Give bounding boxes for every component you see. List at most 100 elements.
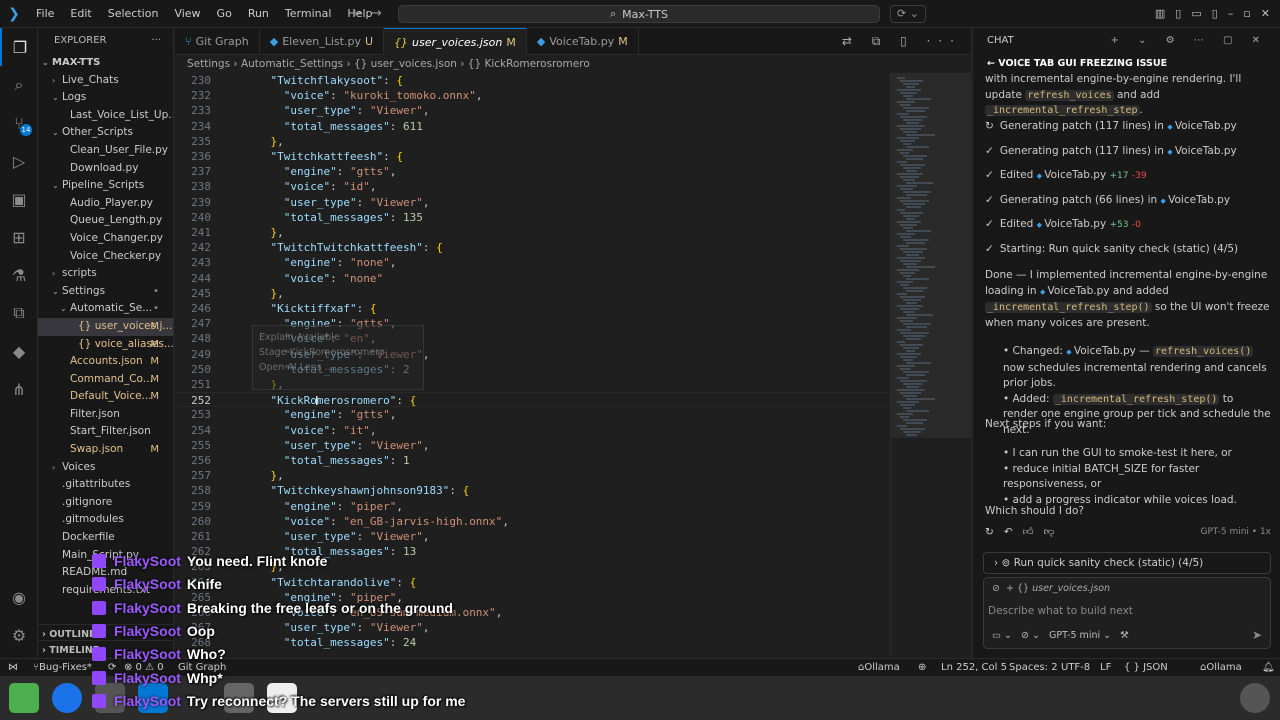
tool-progress-bar[interactable]: › ⊚ Run quick sanity check (static) (4/5… — [983, 552, 1271, 574]
explorer-icon[interactable]: ❐ — [0, 28, 38, 66]
menu-item-file[interactable]: File — [28, 0, 62, 28]
file-tree-item[interactable]: Voice_Changer.py — [38, 230, 173, 248]
file-tree-item[interactable]: Main_Script.py — [38, 547, 173, 565]
code-line[interactable]: 266 "voice": "en_US-sam-medium.onnx", — [175, 605, 890, 620]
minimize-icon[interactable]: – — [1228, 0, 1234, 28]
workspace-root[interactable]: ⌄ MAX-TTS — [38, 54, 173, 72]
menu-item-run[interactable]: Run — [240, 0, 277, 28]
code-line[interactable]: 262 "total_messages": 13 — [175, 544, 890, 559]
code-line[interactable]: 252 "KickRomerosromero": { — [175, 392, 890, 408]
code-line[interactable]: 258 "Twitchkeyshawnjohnson9183": { — [175, 483, 890, 498]
code-line[interactable]: 261 "user_type": "Viewer", — [175, 529, 890, 544]
file-tree-item[interactable]: › Live_Chats — [38, 72, 173, 90]
done-file-link[interactable]: VoiceTab.py — [1040, 285, 1110, 297]
chat-step-file-link[interactable]: VoiceTab.py — [1167, 145, 1237, 157]
file-tree-item[interactable]: ⌄ Automatic_Se... • — [38, 300, 173, 318]
code-line[interactable]: 241 }, — [175, 225, 890, 240]
code-line[interactable]: 267 "user_type": "Viewer", — [175, 620, 890, 635]
source-control-icon[interactable]: ⑂ 14 — [0, 104, 38, 142]
tools-config-icon[interactable]: ⚒ — [1120, 630, 1129, 641]
layout-icon[interactable]: ▥ — [1155, 0, 1165, 28]
notifications-icon[interactable]: 🔔︎ — [1262, 659, 1275, 676]
containers-icon[interactable]: ⧉ — [0, 294, 38, 332]
chat-step-file-link[interactable]: VoiceTab.py — [1037, 169, 1107, 181]
account-icon[interactable]: ◉ — [0, 578, 38, 616]
show-apps-icon[interactable] — [1240, 683, 1270, 713]
file-tree-item[interactable]: Accounts.json M — [38, 353, 173, 371]
retry-icon[interactable]: ↻ — [985, 526, 994, 538]
file-tree-item[interactable]: Filter.json — [38, 406, 173, 424]
menu-item-edit[interactable]: Edit — [62, 0, 99, 28]
file-tree-item[interactable]: {} user_voices.j... M — [38, 317, 173, 336]
branch-indicator[interactable]: ⑂ Bug-Fixes* — [33, 659, 92, 676]
copilot-button[interactable]: ⟳ ⌄ — [890, 5, 926, 23]
problems-indicator[interactable]: ⊗ 0 ⚠ 0 — [124, 659, 164, 676]
chat-input-box[interactable]: ⊘ + {} user_voices.json Describe what to… — [983, 577, 1271, 649]
encoding[interactable]: UTF-8 — [1061, 659, 1090, 676]
chat-step-file-link[interactable]: VoiceTab.py — [1167, 120, 1237, 132]
vscode-app-icon[interactable] — [138, 683, 168, 713]
chat-header-actions[interactable]: + ⌄ ⚙ ⋯ ▢ ✕ — [1111, 28, 1268, 54]
line-ending[interactable]: LF — [1100, 659, 1111, 676]
code-line[interactable]: 268 "total_messages": 24 — [175, 635, 890, 650]
file-tree-item[interactable]: .gitignore — [38, 494, 173, 512]
code-line[interactable]: 244 "voice": "none" — [175, 271, 890, 286]
app-icon[interactable] — [224, 683, 254, 713]
menu-item-terminal[interactable]: Terminal — [277, 0, 340, 28]
file-tree-item[interactable]: .gitattributes — [38, 476, 173, 494]
code-line[interactable]: 264 "Twitchtarandolive": { — [175, 575, 890, 590]
text-editor-app-icon[interactable] — [267, 683, 297, 713]
chat-step-file-link[interactable]: VoiceTab.py — [1161, 194, 1231, 206]
code-line[interactable]: 240 "total_messages": 135 — [175, 210, 890, 225]
file-tree-item[interactable]: Command_Co... M — [38, 371, 173, 389]
code-line[interactable]: 230 "Twitchflakysoot": { — [175, 73, 890, 88]
file-tree-item[interactable]: ⌄ Settings • — [38, 283, 173, 301]
code-line[interactable]: 255 "user_type": "Viewer", — [175, 438, 890, 453]
history-nav[interactable]: ←→ — [352, 6, 390, 21]
menu-item-go[interactable]: Go — [209, 0, 240, 28]
search-view-icon[interactable]: ⌕ — [0, 66, 38, 104]
file-tree-item[interactable]: .gitmodules — [38, 511, 173, 529]
code-line[interactable]: 263 }, — [175, 559, 890, 574]
file-tree-item[interactable]: ⌄ Other_Scripts — [38, 124, 173, 142]
code-line[interactable]: 239 "user_type": "Viewer", — [175, 195, 890, 210]
indentation[interactable]: Spaces: 2 — [1009, 659, 1058, 676]
code-line[interactable]: 236 "Twitchkattfeesh": { — [175, 149, 890, 164]
attachment-chip[interactable]: ⊘ + {} user_voices.json — [992, 583, 1110, 594]
code-line[interactable]: 243 "engine": "none", — [175, 255, 890, 270]
code-line[interactable]: 238 "voice": "id", — [175, 179, 890, 194]
remote-icon[interactable]: ⋈ — [8, 659, 18, 676]
thumbs-down-icon[interactable]: 👎︎ — [1044, 526, 1055, 538]
ollama-status-1[interactable]: ⌂ Ollama — [858, 659, 900, 676]
zoom-icon[interactable]: ⊕ — [918, 659, 926, 676]
file-tree-item[interactable]: Audio_Player.py — [38, 195, 173, 213]
code-line[interactable]: 237 "engine": "gtts", — [175, 164, 890, 179]
maximize-icon[interactable]: ▫ — [1243, 0, 1250, 28]
code-line[interactable]: 256 "total_messages": 1 — [175, 453, 890, 468]
remote-explorer-icon[interactable]: ▣ — [0, 180, 38, 218]
code-line[interactable]: 259 "engine": "piper", — [175, 499, 890, 514]
code-line[interactable]: 233 "user_type": "Viewer", — [175, 103, 890, 118]
tab-voicetab-py[interactable]: ◆ VoiceTab.py M — [527, 28, 639, 55]
changed-file-link[interactable]: VoiceTab.py — [1066, 345, 1136, 357]
file-tree-item[interactable]: › scripts — [38, 265, 173, 283]
code-line[interactable]: 232 "voice": "kuroki_tomoko.onnx", — [175, 88, 890, 103]
file-tree-item[interactable]: Last_Voice_List_Up... — [38, 107, 173, 125]
file-tree-item[interactable]: requirements.txt — [38, 582, 173, 600]
file-tree-item[interactable]: Queue_Length.py — [38, 212, 173, 230]
git-graph-icon[interactable]: ⋔ — [0, 370, 38, 408]
file-tree-item[interactable]: Start_Filter.json — [38, 423, 173, 441]
chrome-app-icon[interactable] — [52, 683, 82, 713]
thumbs-up-icon[interactable]: 👍︎ — [1023, 526, 1034, 538]
sync-icon[interactable]: ⟳ — [108, 659, 116, 676]
send-icon[interactable]: ➤ — [1252, 628, 1262, 642]
file-tree-item[interactable]: Swap.json M — [38, 441, 173, 459]
undo-icon[interactable]: ↶ — [1004, 526, 1013, 538]
file-tree-item[interactable]: Download.py — [38, 160, 173, 178]
tools-dropdown[interactable]: ⊘ ⌄ — [1021, 630, 1040, 641]
cursor-position[interactable]: Ln 252, Col 5 — [941, 659, 1007, 676]
code-line[interactable]: 242 "TwitchTwitchkattfeesh": { — [175, 240, 890, 255]
code-line[interactable]: 245 }, — [175, 286, 890, 301]
file-tree-item[interactable]: Clean_User_File.py — [38, 142, 173, 160]
code-line[interactable]: 253 "engine": "gtts", — [175, 407, 890, 422]
